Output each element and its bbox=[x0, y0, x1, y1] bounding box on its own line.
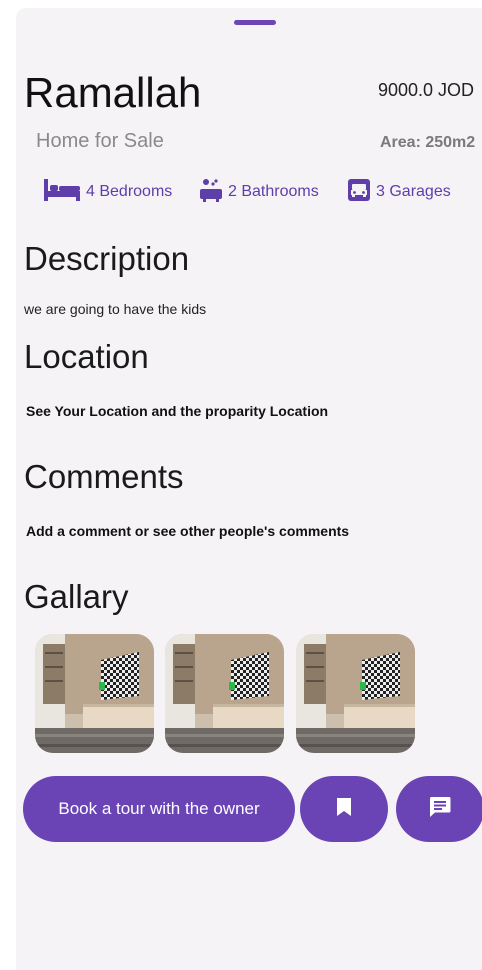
property-city-title: Ramallah bbox=[24, 69, 202, 116]
gallery-image[interactable] bbox=[296, 634, 415, 753]
gallery-heading: Gallary bbox=[24, 578, 129, 615]
bookmark-icon bbox=[336, 797, 352, 822]
feature-garages: 3 Garages bbox=[348, 176, 451, 208]
feature-label: 2 Bathrooms bbox=[228, 183, 319, 200]
property-details-sheet: Ramallah 9000.0 JOD Home for Sale Area: … bbox=[16, 8, 482, 970]
drag-handle[interactable] bbox=[234, 20, 276, 25]
message-icon bbox=[429, 796, 451, 823]
bed-icon bbox=[44, 178, 80, 206]
gallery-image[interactable] bbox=[165, 634, 284, 753]
comments-heading: Comments bbox=[24, 458, 184, 495]
property-price: 9000.0 JOD bbox=[378, 80, 475, 100]
feature-bathrooms: 2 Bathrooms bbox=[200, 176, 319, 208]
gallery-image[interactable] bbox=[35, 634, 154, 753]
book-tour-button[interactable]: Book a tour with the owner bbox=[23, 776, 295, 842]
feature-bedrooms: 4 Bedrooms bbox=[44, 176, 172, 208]
car-icon bbox=[348, 178, 370, 206]
description-text: we are going to have the kids bbox=[24, 301, 207, 317]
message-button[interactable] bbox=[396, 776, 482, 842]
bathtub-icon bbox=[200, 178, 222, 207]
bookmark-button[interactable] bbox=[300, 776, 388, 842]
property-area: Area: 250m2 bbox=[380, 134, 476, 151]
description-heading: Description bbox=[24, 240, 190, 277]
location-link[interactable]: See Your Location and the proparity Loca… bbox=[26, 403, 328, 419]
feature-label: 3 Garages bbox=[376, 183, 451, 200]
comments-link[interactable]: Add a comment or see other people's comm… bbox=[26, 523, 349, 539]
location-heading: Location bbox=[24, 338, 149, 375]
feature-label: 4 Bedrooms bbox=[86, 183, 173, 200]
property-type: Home for Sale bbox=[36, 130, 164, 152]
